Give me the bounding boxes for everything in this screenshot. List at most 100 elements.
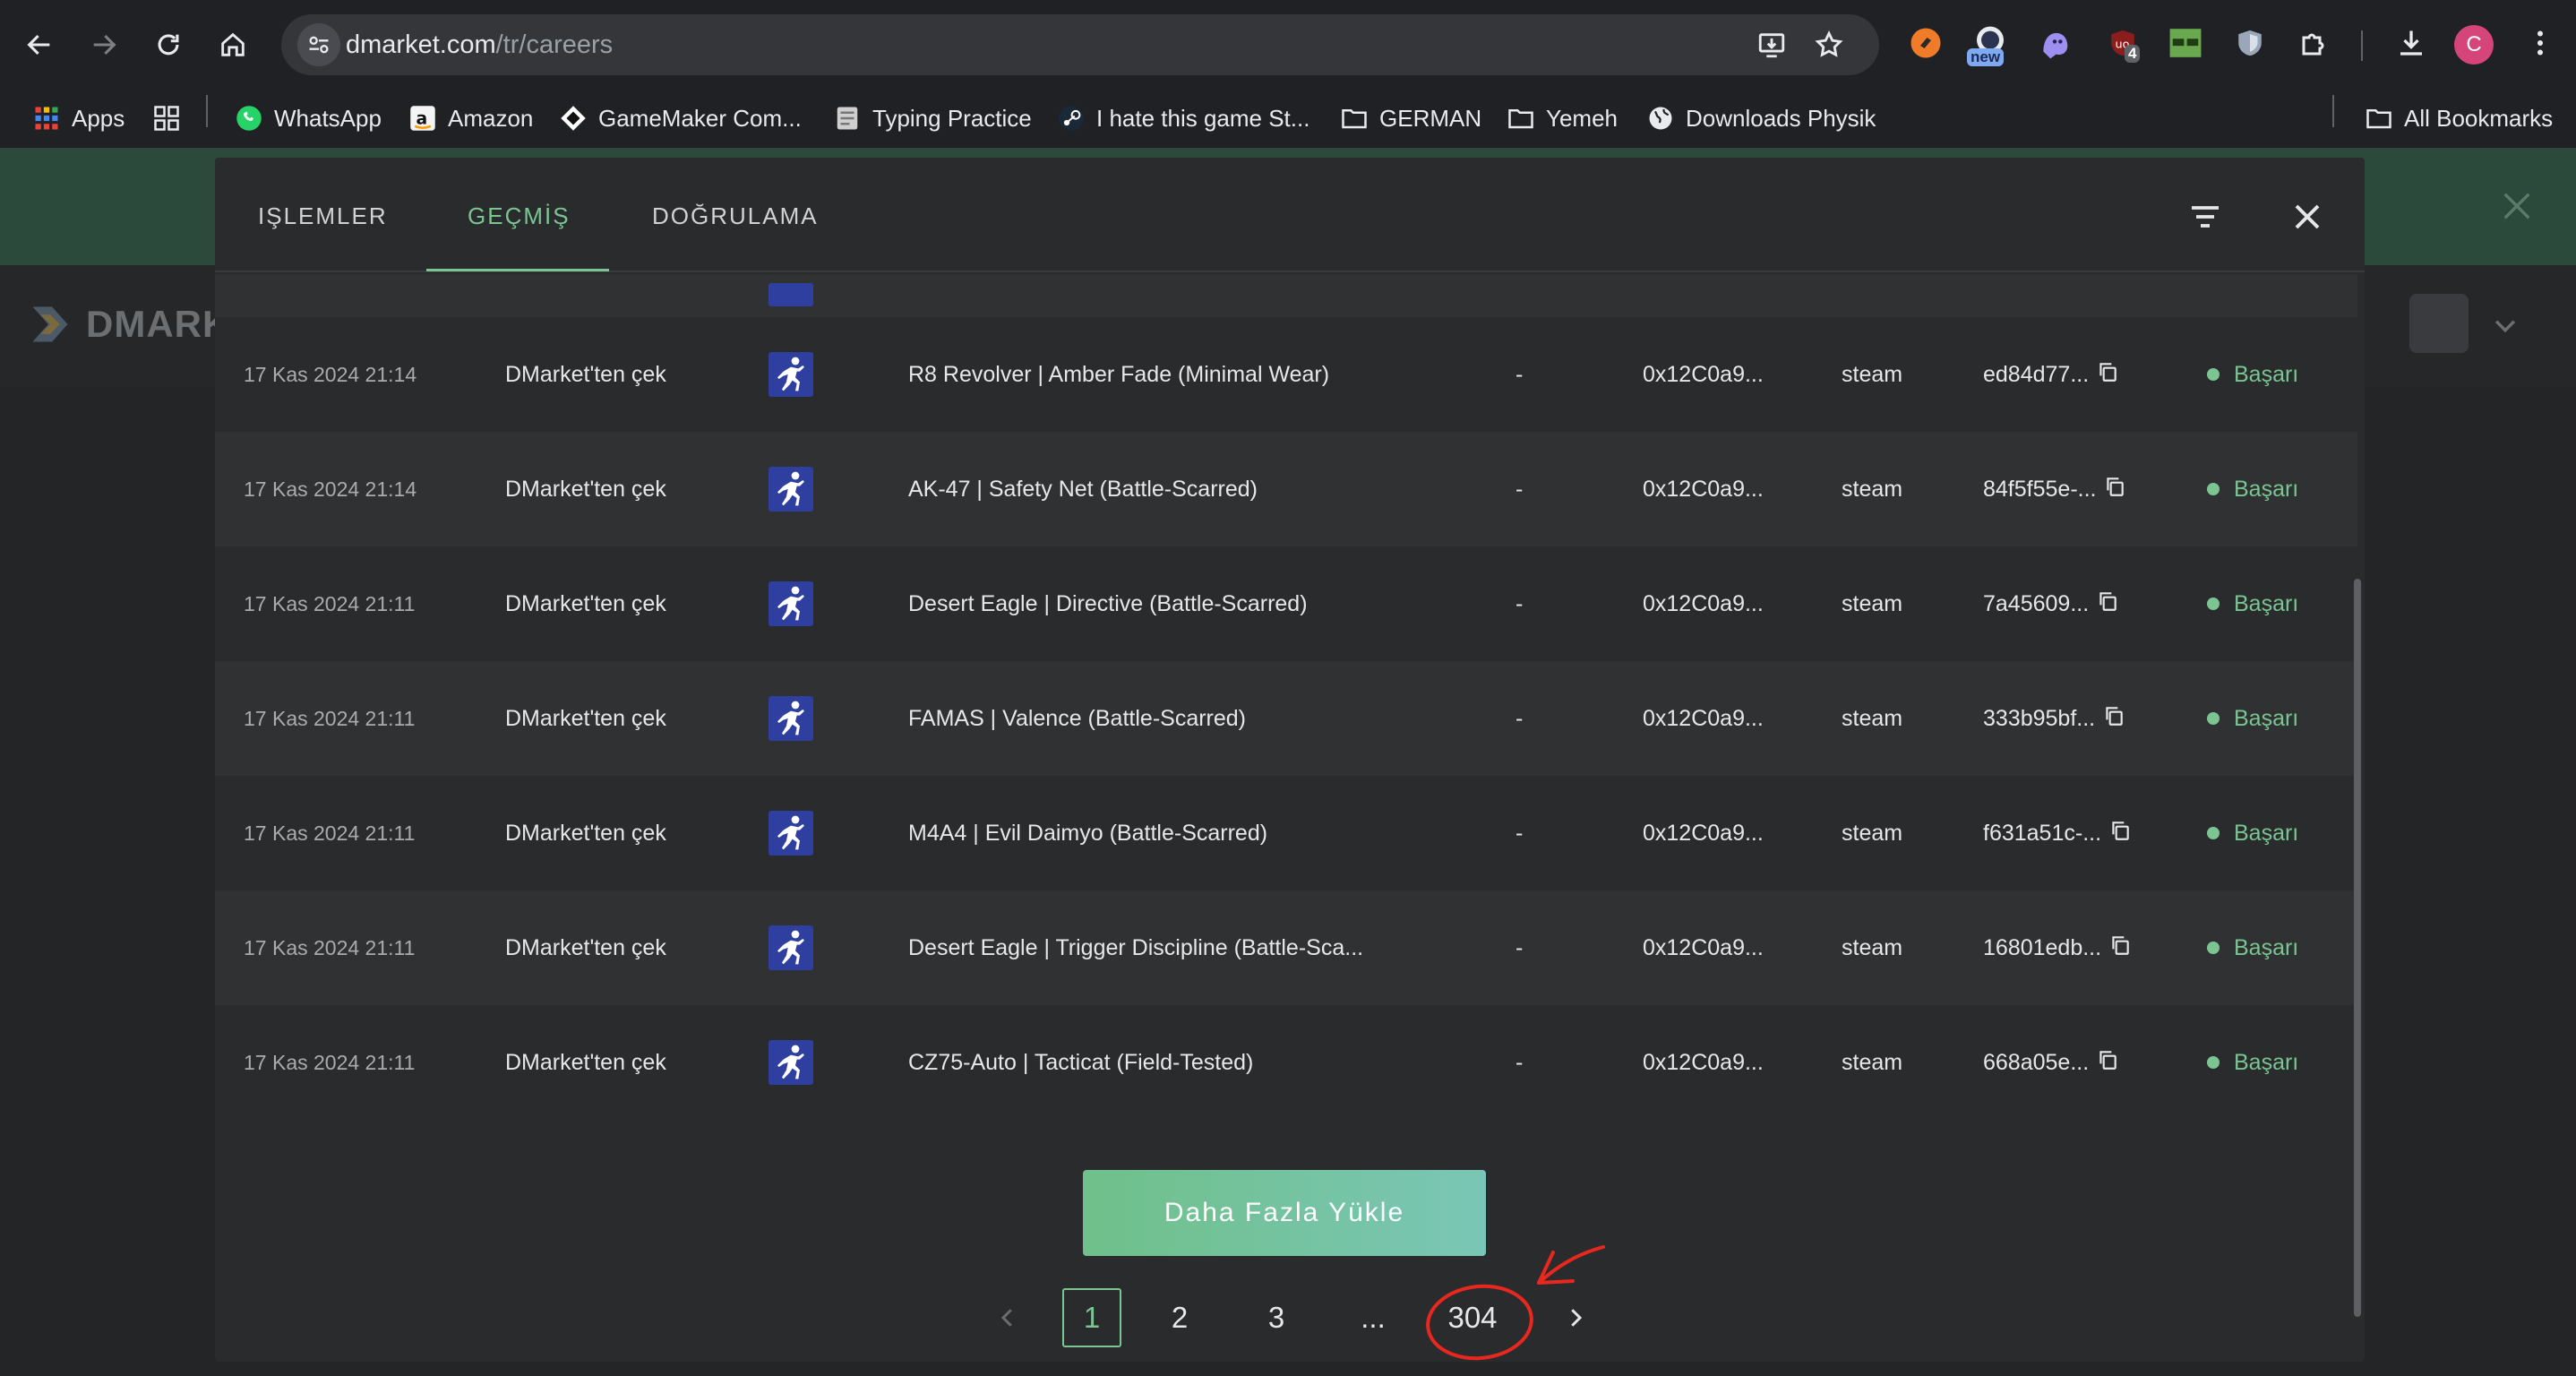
- extension-new-icon[interactable]: new: [1967, 22, 2012, 66]
- modal-scrollbar[interactable]: [2354, 579, 2361, 1317]
- row-wallet: 0x12C0a9...: [1643, 1049, 1764, 1075]
- forward-button[interactable]: [79, 20, 129, 70]
- copy-icon[interactable]: [2102, 704, 2125, 734]
- page-button-1[interactable]: 1: [1062, 1288, 1121, 1347]
- back-button[interactable]: [14, 20, 64, 70]
- copy-icon[interactable]: [2103, 475, 2126, 504]
- row-date: 17 Kas 2024 21:14: [244, 477, 417, 501]
- site-settings-icon[interactable]: [297, 23, 340, 66]
- copy-icon[interactable]: [2108, 933, 2132, 963]
- page-button-304[interactable]: 304: [1438, 1288, 1507, 1347]
- row-status: Başarı: [2207, 776, 2298, 890]
- status-text: Başarı: [2234, 590, 2299, 616]
- cs-game-icon: [769, 696, 813, 741]
- downloads-icon[interactable]: [2390, 22, 2433, 64]
- table-row: [215, 274, 2357, 317]
- extension-orange-icon[interactable]: [1904, 22, 1947, 64]
- chevron-down-icon[interactable]: [2490, 310, 2520, 345]
- status-dot-icon: [2207, 598, 2220, 610]
- row-transaction-id: 7a45609...: [1983, 546, 2119, 661]
- bookmark-amazon[interactable]: a Amazon: [408, 99, 533, 138]
- transaction-id-text: ed84d77...: [1983, 361, 2090, 387]
- extensions-puzzle-icon[interactable]: [2293, 22, 2336, 64]
- cs-game-icon: [769, 1040, 813, 1085]
- page-ellipsis: ...: [1361, 1301, 1386, 1334]
- bookmark-star-icon[interactable]: [1809, 25, 1849, 64]
- bookmark-yemeh-folder[interactable]: Yemeh: [1507, 99, 1618, 138]
- table-row[interactable]: 17 Kas 2024 21:11 DMarket'ten çek M4A4 | E…: [215, 776, 2357, 890]
- table-row[interactable]: 17 Kas 2024 21:11 DMarket'ten çek Desert E…: [215, 890, 2357, 1005]
- filter-icon[interactable]: [2185, 197, 2225, 236]
- active-tab-indicator: [426, 269, 609, 271]
- home-icon: [221, 32, 245, 56]
- tab-groups-button[interactable]: [152, 99, 181, 138]
- row-platform: steam: [1842, 1049, 1903, 1075]
- tab-gecmis[interactable]: GEÇMİŞ: [468, 202, 571, 230]
- status-dot-icon: [2207, 1056, 2220, 1069]
- close-modal-icon[interactable]: [2288, 197, 2327, 236]
- status-dot-icon: [2207, 483, 2220, 495]
- transaction-id-text: f631a51c-...: [1983, 820, 2102, 846]
- globe-icon: [1646, 104, 1675, 133]
- tab-dogrulama[interactable]: DOĞRULAMA: [652, 202, 819, 230]
- row-wallet: 0x12C0a9...: [1643, 705, 1764, 731]
- bookmark-downloads-physik[interactable]: Downloads Physik: [1646, 99, 1876, 138]
- table-row[interactable]: 17 Kas 2024 21:11 DMarket'ten çek FAMAS | …: [215, 661, 2357, 776]
- table-row[interactable]: 17 Kas 2024 21:11 DMarket'ten çek CZ75-Aut…: [215, 1005, 2357, 1120]
- address-bar[interactable]: dmarket.com/tr/careers: [281, 14, 1879, 75]
- bookmark-label: GameMaker Com...: [598, 104, 802, 132]
- bookmark-separator: [2332, 95, 2334, 127]
- status-text: Başarı: [2234, 361, 2299, 387]
- extension-shield-icon[interactable]: [2228, 22, 2271, 64]
- table-row[interactable]: 17 Kas 2024 21:11 DMarket'ten çek Desert E…: [215, 546, 2357, 661]
- bookmark-apps[interactable]: Apps: [32, 99, 125, 138]
- game-icon: [769, 432, 813, 546]
- page-button-2[interactable]: 2: [1157, 1288, 1202, 1347]
- copy-icon[interactable]: [2096, 589, 2119, 619]
- all-bookmarks[interactable]: All Bookmarks: [2365, 99, 2553, 138]
- reload-button[interactable]: [143, 20, 193, 70]
- bookmark-label: Yemeh: [1546, 104, 1618, 132]
- banner-close-icon[interactable]: [2499, 188, 2535, 224]
- extension-ublock-icon[interactable]: uo 4: [2101, 22, 2144, 64]
- row-type: DMarket'ten çek: [505, 705, 666, 731]
- row-transaction-id: 668a05e...: [1983, 1005, 2119, 1120]
- prev-page-button[interactable]: [985, 1288, 1030, 1347]
- bookmark-typing-practice[interactable]: Typing Practice: [833, 99, 1032, 138]
- row-date: 17 Kas 2024 21:11: [244, 1050, 416, 1074]
- chevron-right-icon: [1571, 1309, 1583, 1327]
- game-icon: [769, 1005, 813, 1120]
- row-item-name: AK-47 | Safety Net (Battle-Scarred): [908, 476, 1258, 502]
- home-button[interactable]: [208, 20, 258, 70]
- row-type: DMarket'ten çek: [505, 820, 666, 846]
- row-transaction-id: 333b95bf...: [1983, 661, 2125, 776]
- bookmark-steam[interactable]: I hate this game St...: [1057, 99, 1309, 138]
- table-row[interactable]: 17 Kas 2024 21:14 DMarket'ten çek R8 Revol…: [215, 317, 2357, 432]
- install-app-icon[interactable]: [1752, 25, 1791, 64]
- copy-icon[interactable]: [2096, 360, 2119, 390]
- browser-menu-icon[interactable]: [2519, 22, 2562, 64]
- page-button-3[interactable]: 3: [1254, 1288, 1299, 1347]
- row-platform: steam: [1842, 705, 1903, 731]
- row-item-name: FAMAS | Valence (Battle-Scarred): [908, 705, 1247, 731]
- extension-glasses-icon[interactable]: [2164, 22, 2207, 64]
- row-transaction-id: ed84d77...: [1983, 317, 2119, 432]
- game-icon: [769, 890, 813, 1005]
- tab-islemler[interactable]: IŞLEMLER: [258, 202, 388, 230]
- user-menu-button[interactable]: [2409, 294, 2469, 353]
- bookmark-gamemaker[interactable]: GameMaker Com...: [559, 99, 802, 138]
- row-wallet: 0x12C0a9...: [1643, 590, 1764, 616]
- row-date: 17 Kas 2024 21:11: [244, 821, 416, 845]
- next-page-button[interactable]: [1553, 1288, 1598, 1347]
- table-row[interactable]: 17 Kas 2024 21:14 DMarket'ten çek AK-47 | …: [215, 432, 2357, 546]
- bookmark-whatsapp[interactable]: WhatsApp: [235, 99, 382, 138]
- row-platform: steam: [1842, 934, 1903, 960]
- bookmark-german-folder[interactable]: GERMAN: [1340, 99, 1481, 138]
- row-item-name: Desert Eagle | Trigger Discipline (Battl…: [908, 934, 1364, 960]
- extension-ghost-icon[interactable]: [2033, 22, 2076, 64]
- tab-grid-icon: [152, 104, 181, 133]
- copy-icon[interactable]: [2108, 819, 2132, 848]
- load-more-button[interactable]: Daha Fazla Yükle: [1083, 1170, 1486, 1256]
- profile-avatar[interactable]: C: [2454, 25, 2494, 64]
- copy-icon[interactable]: [2096, 1048, 2119, 1078]
